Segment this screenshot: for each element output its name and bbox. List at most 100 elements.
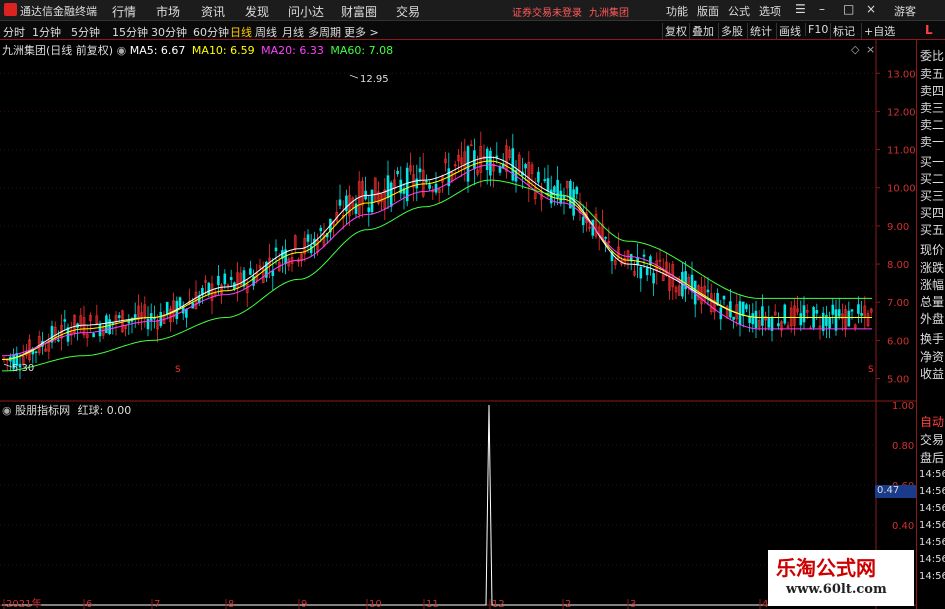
menu-item-quotes[interactable]: 行情: [112, 3, 136, 20]
candle-body: [396, 170, 399, 175]
menu-item-discover[interactable]: 发现: [245, 3, 269, 20]
tool-multistock-button[interactable]: 多股: [718, 23, 745, 39]
candle-body: [117, 315, 121, 318]
candle-body: [645, 267, 649, 276]
right-panel: L 委比 卖五 卖四 卖三 卖二 卖一 买一 买二 买三 买四 买五 现价 涨跌…: [916, 23, 945, 609]
x-tick-label: 2: [565, 599, 571, 609]
candle-body: [777, 323, 780, 327]
tool-stats-button[interactable]: 统计: [747, 23, 774, 39]
period-30min[interactable]: 30分钟: [151, 24, 187, 40]
menu-options[interactable]: 选项: [759, 3, 781, 19]
menu-item-ask[interactable]: 问小达: [288, 3, 324, 20]
x-tick-label: 8: [228, 599, 234, 609]
candle-body: [783, 304, 787, 324]
candle-body: [178, 297, 182, 307]
y-tick-label: 0.40: [892, 521, 914, 532]
candle-body: [338, 199, 342, 206]
skin-icon[interactable]: ☰: [795, 2, 806, 16]
period-weekly[interactable]: 周线: [255, 24, 277, 40]
ma-line-ma20: [2, 164, 872, 357]
period-daily[interactable]: 日线: [230, 24, 252, 40]
candlestick-series: [2, 131, 873, 379]
close-icon[interactable]: ×: [866, 2, 876, 16]
stock-title: 九洲集团(日线 前复权): [2, 44, 114, 57]
panel-item: 总量: [920, 295, 945, 309]
sub-chart-legend: ◉ 股朋指标网 红球: 0.00: [2, 402, 131, 418]
candle-body: [860, 313, 863, 316]
menu-item-market[interactable]: 市场: [156, 3, 180, 20]
candle-body: [828, 317, 831, 329]
menu-layout[interactable]: 版面: [697, 3, 719, 19]
candle-body: [821, 312, 825, 331]
period-5min[interactable]: 5分钟: [71, 24, 100, 40]
candle-body: [543, 179, 547, 182]
current-stock: 九洲集团: [589, 8, 629, 19]
indicator-value: 红球: 0.00: [77, 404, 132, 417]
period-1min[interactable]: 1分钟: [32, 24, 61, 40]
minimize-icon[interactable]: –: [819, 2, 825, 16]
tick-time: 14:56: [919, 469, 945, 480]
period-multi[interactable]: 多周期: [308, 24, 341, 40]
panel-item: 换手: [920, 332, 945, 346]
tick-time: 14:56: [919, 537, 945, 548]
menu-item-news[interactable]: 资讯: [201, 3, 225, 20]
candle-body: [473, 150, 476, 170]
period-more[interactable]: 更多 >: [344, 24, 379, 40]
y-tick-label: 5.00: [887, 375, 909, 386]
candle-body: [223, 273, 227, 285]
panel-tab-trade[interactable]: 交易: [920, 431, 944, 448]
menu-formula[interactable]: 公式: [728, 3, 750, 19]
ma-line-ma60: [2, 179, 872, 372]
candle-body: [767, 317, 771, 328]
panel-item: 涨跌: [920, 261, 945, 275]
candle-body: [146, 318, 150, 330]
candle-body: [649, 256, 652, 265]
indicator-toggle-icon[interactable]: ◉: [2, 404, 15, 417]
x-tick-label: 7: [154, 599, 160, 609]
candle-body: [242, 270, 246, 287]
ma10-label: MA10: 6.59: [191, 44, 255, 57]
panel-tab-auto[interactable]: 自动: [920, 413, 944, 430]
x-tick-label: 6: [86, 599, 92, 609]
candle-body: [485, 148, 489, 171]
chart-area[interactable]: 12.95 5.30 S S 13.00 12.00 11.00 10.00 9.00 8.0…: [0, 40, 916, 609]
tool-mark-button[interactable]: 标记: [830, 23, 857, 39]
tick-time: 14:56: [919, 554, 945, 565]
tool-draw-button[interactable]: 画线: [776, 23, 803, 39]
ma20-label: MA20: 6.33: [261, 44, 324, 57]
candle-body: [639, 267, 643, 279]
candle-body: [306, 234, 310, 242]
guest-label[interactable]: 游客: [894, 3, 916, 19]
indicator-name: 股朋指标网: [15, 404, 71, 417]
low-marker: [3, 363, 13, 368]
tool-adjust-button[interactable]: 复权: [662, 23, 689, 39]
candle-body: [754, 310, 758, 328]
panel-tab-afterhours[interactable]: 盘后: [920, 449, 944, 466]
period-15min[interactable]: 15分钟: [112, 24, 148, 40]
tool-overlay-button[interactable]: 叠加: [689, 23, 716, 39]
panel-item: 涨幅: [920, 278, 945, 292]
period-monthly[interactable]: 月线: [282, 24, 304, 40]
menu-bar: 通达信金融终端 行情 市场 资讯 发现 问小达 财富圈 交易 证券交易未登录 九…: [0, 0, 945, 21]
menu-function[interactable]: 功能: [666, 3, 688, 19]
menu-item-wealth[interactable]: 财富圈: [341, 3, 377, 20]
candle-body: [738, 301, 742, 325]
settings-icon[interactable]: ◇: [851, 43, 859, 56]
menu-item-trade[interactable]: 交易: [396, 3, 420, 20]
x-tick-label: 11: [426, 599, 439, 609]
restore-icon[interactable]: □: [843, 2, 854, 16]
panel-label[interactable]: L: [925, 23, 933, 37]
tool-watchlist-button[interactable]: +自选: [861, 23, 897, 39]
y-tick-label: 6.00: [887, 336, 909, 347]
candle-body: [825, 315, 828, 326]
tool-f10-button[interactable]: F10: [805, 23, 830, 36]
candle-body: [857, 304, 860, 314]
login-status[interactable]: 证券交易未登录: [512, 4, 582, 19]
close-chart-icon[interactable]: ×: [866, 43, 875, 56]
period-timeshare[interactable]: 分时: [3, 24, 25, 40]
candle-body: [389, 182, 393, 207]
expand-icon[interactable]: ◉: [117, 44, 130, 57]
candle-body: [217, 275, 220, 286]
y-tick-label: 11.00: [887, 146, 916, 157]
period-60min[interactable]: 60分钟: [193, 24, 229, 40]
